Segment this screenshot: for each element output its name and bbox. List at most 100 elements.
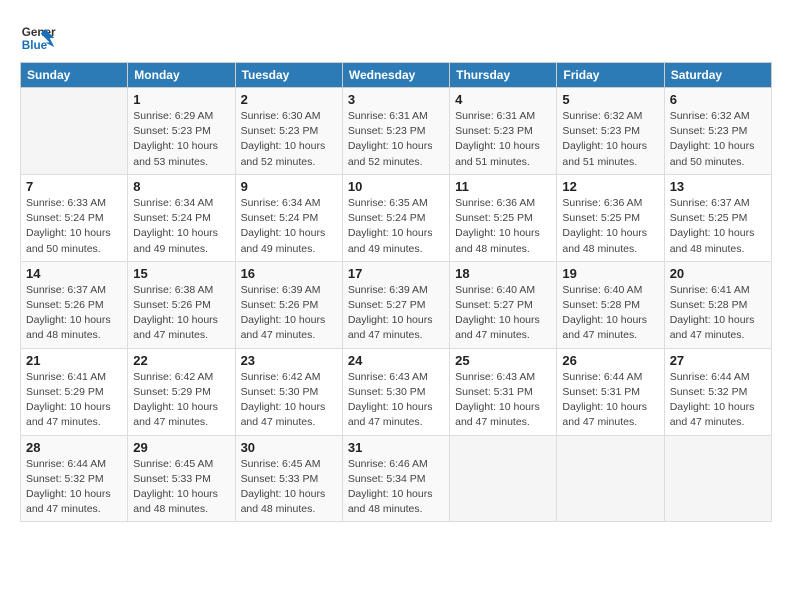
- col-header-wednesday: Wednesday: [342, 63, 449, 88]
- day-info: Sunrise: 6:41 AM Sunset: 5:28 PM Dayligh…: [670, 283, 766, 344]
- day-info: Sunrise: 6:32 AM Sunset: 5:23 PM Dayligh…: [670, 109, 766, 170]
- day-number: 28: [26, 440, 122, 455]
- day-number: 16: [241, 266, 337, 281]
- calendar-cell: 23 Sunrise: 6:42 AM Sunset: 5:30 PM Dayli…: [235, 348, 342, 435]
- calendar-cell: 2 Sunrise: 6:30 AM Sunset: 5:23 PM Daylig…: [235, 88, 342, 175]
- day-info: Sunrise: 6:37 AM Sunset: 5:25 PM Dayligh…: [670, 196, 766, 257]
- day-info: Sunrise: 6:31 AM Sunset: 5:23 PM Dayligh…: [455, 109, 551, 170]
- day-info: Sunrise: 6:44 AM Sunset: 5:32 PM Dayligh…: [670, 370, 766, 431]
- calendar-cell: 27 Sunrise: 6:44 AM Sunset: 5:32 PM Dayli…: [664, 348, 771, 435]
- day-info: Sunrise: 6:40 AM Sunset: 5:28 PM Dayligh…: [562, 283, 658, 344]
- calendar-week-1: 7Sunrise: 6:33 AM Sunset: 5:24 PM Daylig…: [21, 174, 772, 261]
- day-info: Sunrise: 6:37 AM Sunset: 5:26 PM Dayligh…: [26, 283, 122, 344]
- day-number: 17: [348, 266, 444, 281]
- calendar-cell: 19 Sunrise: 6:40 AM Sunset: 5:28 PM Dayli…: [557, 261, 664, 348]
- day-info: Sunrise: 6:44 AM Sunset: 5:32 PM Dayligh…: [26, 457, 122, 518]
- day-info: Sunrise: 6:36 AM Sunset: 5:25 PM Dayligh…: [455, 196, 551, 257]
- calendar-cell: 11 Sunrise: 6:36 AM Sunset: 5:25 PM Dayli…: [450, 174, 557, 261]
- day-number: 24: [348, 353, 444, 368]
- day-number: 21: [26, 353, 122, 368]
- day-info: Sunrise: 6:29 AM Sunset: 5:23 PM Dayligh…: [133, 109, 229, 170]
- calendar-cell: 16 Sunrise: 6:39 AM Sunset: 5:26 PM Dayli…: [235, 261, 342, 348]
- day-number: 13: [670, 179, 766, 194]
- calendar-cell: 10 Sunrise: 6:35 AM Sunset: 5:24 PM Dayli…: [342, 174, 449, 261]
- day-number: 26: [562, 353, 658, 368]
- day-number: 31: [348, 440, 444, 455]
- calendar-cell: 1Sunrise: 6:29 AM Sunset: 5:23 PM Daylig…: [128, 88, 235, 175]
- calendar-cell: 6 Sunrise: 6:32 AM Sunset: 5:23 PM Daylig…: [664, 88, 771, 175]
- day-info: Sunrise: 6:39 AM Sunset: 5:26 PM Dayligh…: [241, 283, 337, 344]
- day-info: Sunrise: 6:36 AM Sunset: 5:25 PM Dayligh…: [562, 196, 658, 257]
- calendar-week-0: 1Sunrise: 6:29 AM Sunset: 5:23 PM Daylig…: [21, 88, 772, 175]
- day-info: Sunrise: 6:43 AM Sunset: 5:30 PM Dayligh…: [348, 370, 444, 431]
- day-info: Sunrise: 6:41 AM Sunset: 5:29 PM Dayligh…: [26, 370, 122, 431]
- calendar-cell: 8Sunrise: 6:34 AM Sunset: 5:24 PM Daylig…: [128, 174, 235, 261]
- day-info: Sunrise: 6:42 AM Sunset: 5:29 PM Dayligh…: [133, 370, 229, 431]
- calendar-cell: 29Sunrise: 6:45 AM Sunset: 5:33 PM Dayli…: [128, 435, 235, 522]
- day-number: 22: [133, 353, 229, 368]
- calendar-cell: 9 Sunrise: 6:34 AM Sunset: 5:24 PM Daylig…: [235, 174, 342, 261]
- logo: General Blue: [20, 20, 56, 56]
- svg-text:Blue: Blue: [22, 39, 48, 52]
- day-number: 9: [241, 179, 337, 194]
- day-info: Sunrise: 6:44 AM Sunset: 5:31 PM Dayligh…: [562, 370, 658, 431]
- calendar-cell: [664, 435, 771, 522]
- calendar-cell: 3 Sunrise: 6:31 AM Sunset: 5:23 PM Daylig…: [342, 88, 449, 175]
- day-info: Sunrise: 6:46 AM Sunset: 5:34 PM Dayligh…: [348, 457, 444, 518]
- day-info: Sunrise: 6:31 AM Sunset: 5:23 PM Dayligh…: [348, 109, 444, 170]
- calendar-week-3: 21 Sunrise: 6:41 AM Sunset: 5:29 PM Dayli…: [21, 348, 772, 435]
- day-info: Sunrise: 6:43 AM Sunset: 5:31 PM Dayligh…: [455, 370, 551, 431]
- day-number: 4: [455, 92, 551, 107]
- calendar-cell: 14 Sunrise: 6:37 AM Sunset: 5:26 PM Dayli…: [21, 261, 128, 348]
- day-info: Sunrise: 6:42 AM Sunset: 5:30 PM Dayligh…: [241, 370, 337, 431]
- calendar-cell: 4 Sunrise: 6:31 AM Sunset: 5:23 PM Daylig…: [450, 88, 557, 175]
- day-number: 30: [241, 440, 337, 455]
- day-info: Sunrise: 6:35 AM Sunset: 5:24 PM Dayligh…: [348, 196, 444, 257]
- calendar-cell: 7Sunrise: 6:33 AM Sunset: 5:24 PM Daylig…: [21, 174, 128, 261]
- day-number: 11: [455, 179, 551, 194]
- calendar-cell: 25 Sunrise: 6:43 AM Sunset: 5:31 PM Dayli…: [450, 348, 557, 435]
- col-header-friday: Friday: [557, 63, 664, 88]
- calendar-cell: 26 Sunrise: 6:44 AM Sunset: 5:31 PM Dayli…: [557, 348, 664, 435]
- day-number: 20: [670, 266, 766, 281]
- day-info: Sunrise: 6:45 AM Sunset: 5:33 PM Dayligh…: [241, 457, 337, 518]
- day-number: 6: [670, 92, 766, 107]
- day-number: 27: [670, 353, 766, 368]
- day-number: 3: [348, 92, 444, 107]
- col-header-thursday: Thursday: [450, 63, 557, 88]
- day-number: 5: [562, 92, 658, 107]
- col-header-tuesday: Tuesday: [235, 63, 342, 88]
- day-number: 18: [455, 266, 551, 281]
- calendar-table: SundayMondayTuesdayWednesdayThursdayFrid…: [20, 62, 772, 522]
- day-info: Sunrise: 6:34 AM Sunset: 5:24 PM Dayligh…: [241, 196, 337, 257]
- calendar-cell: 21 Sunrise: 6:41 AM Sunset: 5:29 PM Dayli…: [21, 348, 128, 435]
- calendar-cell: 30 Sunrise: 6:45 AM Sunset: 5:33 PM Dayli…: [235, 435, 342, 522]
- day-number: 23: [241, 353, 337, 368]
- col-header-monday: Monday: [128, 63, 235, 88]
- calendar-cell: 28 Sunrise: 6:44 AM Sunset: 5:32 PM Dayli…: [21, 435, 128, 522]
- day-info: Sunrise: 6:39 AM Sunset: 5:27 PM Dayligh…: [348, 283, 444, 344]
- day-info: Sunrise: 6:38 AM Sunset: 5:26 PM Dayligh…: [133, 283, 229, 344]
- col-header-saturday: Saturday: [664, 63, 771, 88]
- calendar-cell: 13 Sunrise: 6:37 AM Sunset: 5:25 PM Dayli…: [664, 174, 771, 261]
- day-number: 25: [455, 353, 551, 368]
- calendar-cell: 5Sunrise: 6:32 AM Sunset: 5:23 PM Daylig…: [557, 88, 664, 175]
- day-number: 12: [562, 179, 658, 194]
- day-number: 2: [241, 92, 337, 107]
- day-number: 10: [348, 179, 444, 194]
- page-header: General Blue: [20, 20, 772, 56]
- calendar-cell: [557, 435, 664, 522]
- day-number: 14: [26, 266, 122, 281]
- col-header-sunday: Sunday: [21, 63, 128, 88]
- day-number: 19: [562, 266, 658, 281]
- day-info: Sunrise: 6:40 AM Sunset: 5:27 PM Dayligh…: [455, 283, 551, 344]
- calendar-week-4: 28 Sunrise: 6:44 AM Sunset: 5:32 PM Dayli…: [21, 435, 772, 522]
- calendar-cell: [21, 88, 128, 175]
- calendar-cell: [450, 435, 557, 522]
- calendar-week-2: 14 Sunrise: 6:37 AM Sunset: 5:26 PM Dayli…: [21, 261, 772, 348]
- calendar-cell: 12 Sunrise: 6:36 AM Sunset: 5:25 PM Dayli…: [557, 174, 664, 261]
- day-info: Sunrise: 6:30 AM Sunset: 5:23 PM Dayligh…: [241, 109, 337, 170]
- day-number: 7: [26, 179, 122, 194]
- calendar-cell: 22 Sunrise: 6:42 AM Sunset: 5:29 PM Dayli…: [128, 348, 235, 435]
- calendar-cell: 31 Sunrise: 6:46 AM Sunset: 5:34 PM Dayli…: [342, 435, 449, 522]
